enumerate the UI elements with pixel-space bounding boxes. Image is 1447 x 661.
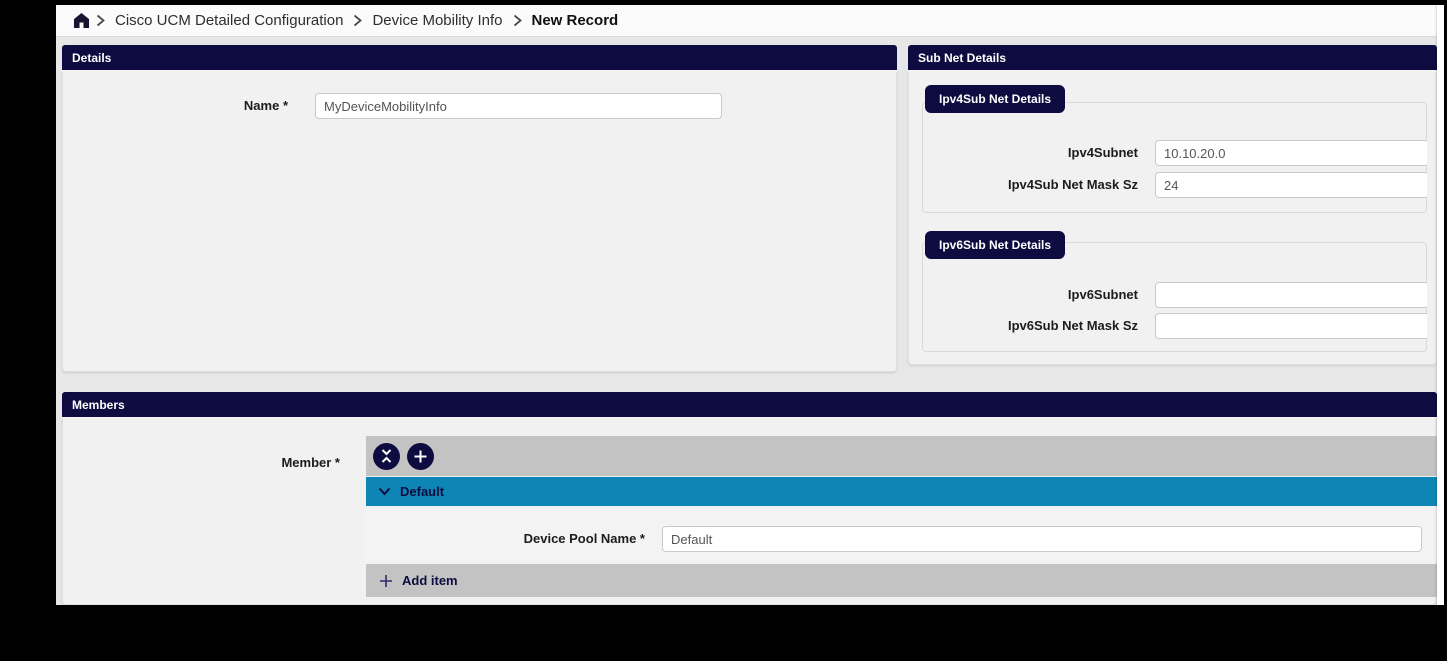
members-panel-header: Members	[62, 392, 1437, 419]
ipv4-mask-label: Ipv4Sub Net Mask Sz	[908, 177, 1138, 192]
members-panel: Members Member *	[62, 392, 1437, 605]
collapse-all-icon	[380, 448, 393, 464]
add-member-button[interactable]	[407, 443, 434, 470]
member-group-body: Device Pool Name *	[366, 507, 1437, 563]
ipv6-mask-label: Ipv6Sub Net Mask Sz	[908, 318, 1138, 333]
chevron-right-icon	[513, 14, 522, 27]
window-right-edge	[1437, 5, 1444, 605]
chevron-right-icon	[96, 14, 105, 27]
name-input[interactable]	[315, 93, 722, 119]
subnet-panel-title: Sub Net Details	[918, 51, 1006, 65]
collapse-all-button[interactable]	[373, 443, 400, 470]
breadcrumb-item-cisco-ucm[interactable]: Cisco UCM Detailed Configuration	[115, 12, 343, 29]
ipv6-mask-input[interactable]	[1155, 313, 1427, 339]
home-breadcrumb-button[interactable]	[72, 11, 91, 30]
ipv4-subnet-group-title: Ipv4Sub Net Details	[925, 85, 1065, 113]
device-pool-name-input[interactable]	[662, 526, 1422, 552]
ipv6subnet-label: Ipv6Subnet	[908, 287, 1138, 302]
member-field-label: Member *	[62, 455, 340, 470]
plus-icon	[379, 574, 393, 588]
chevron-right-icon	[353, 14, 362, 27]
details-panel-header: Details	[62, 45, 897, 72]
name-field-label: Name *	[62, 98, 288, 113]
app-window: Cisco UCM Detailed Configuration Device …	[56, 5, 1444, 605]
breadcrumb-item-device-mobility-info[interactable]: Device Mobility Info	[372, 12, 502, 29]
members-panel-title: Members	[72, 398, 125, 412]
home-icon	[72, 11, 91, 30]
ipv4subnet-input[interactable]	[1155, 140, 1427, 166]
subnet-panel-header: Sub Net Details	[908, 45, 1437, 72]
details-panel: Details Name *	[62, 45, 897, 372]
chevron-down-icon	[378, 487, 391, 496]
add-item-row[interactable]: Add item	[366, 564, 1437, 597]
device-pool-name-label: Device Pool Name *	[366, 531, 645, 546]
member-list-table: Default Device Pool Name * Add item	[366, 436, 1437, 597]
plus-icon	[413, 449, 428, 464]
member-list-toolbar	[366, 436, 1437, 476]
ipv4-mask-input[interactable]	[1155, 172, 1427, 198]
add-item-label: Add item	[402, 573, 458, 588]
breadcrumb-item-new-record: New Record	[532, 12, 619, 29]
breadcrumb: Cisco UCM Detailed Configuration Device …	[56, 5, 1444, 37]
ipv4subnet-label: Ipv4Subnet	[908, 145, 1138, 160]
member-group-row-default[interactable]: Default	[366, 477, 1437, 506]
subnet-details-panel: Sub Net Details Ipv4Sub Net Details Ipv4…	[908, 45, 1437, 365]
details-panel-title: Details	[72, 51, 111, 65]
ipv6-subnet-group-title: Ipv6Sub Net Details	[925, 231, 1065, 259]
member-group-title: Default	[400, 484, 444, 499]
ipv6subnet-input[interactable]	[1155, 282, 1427, 308]
